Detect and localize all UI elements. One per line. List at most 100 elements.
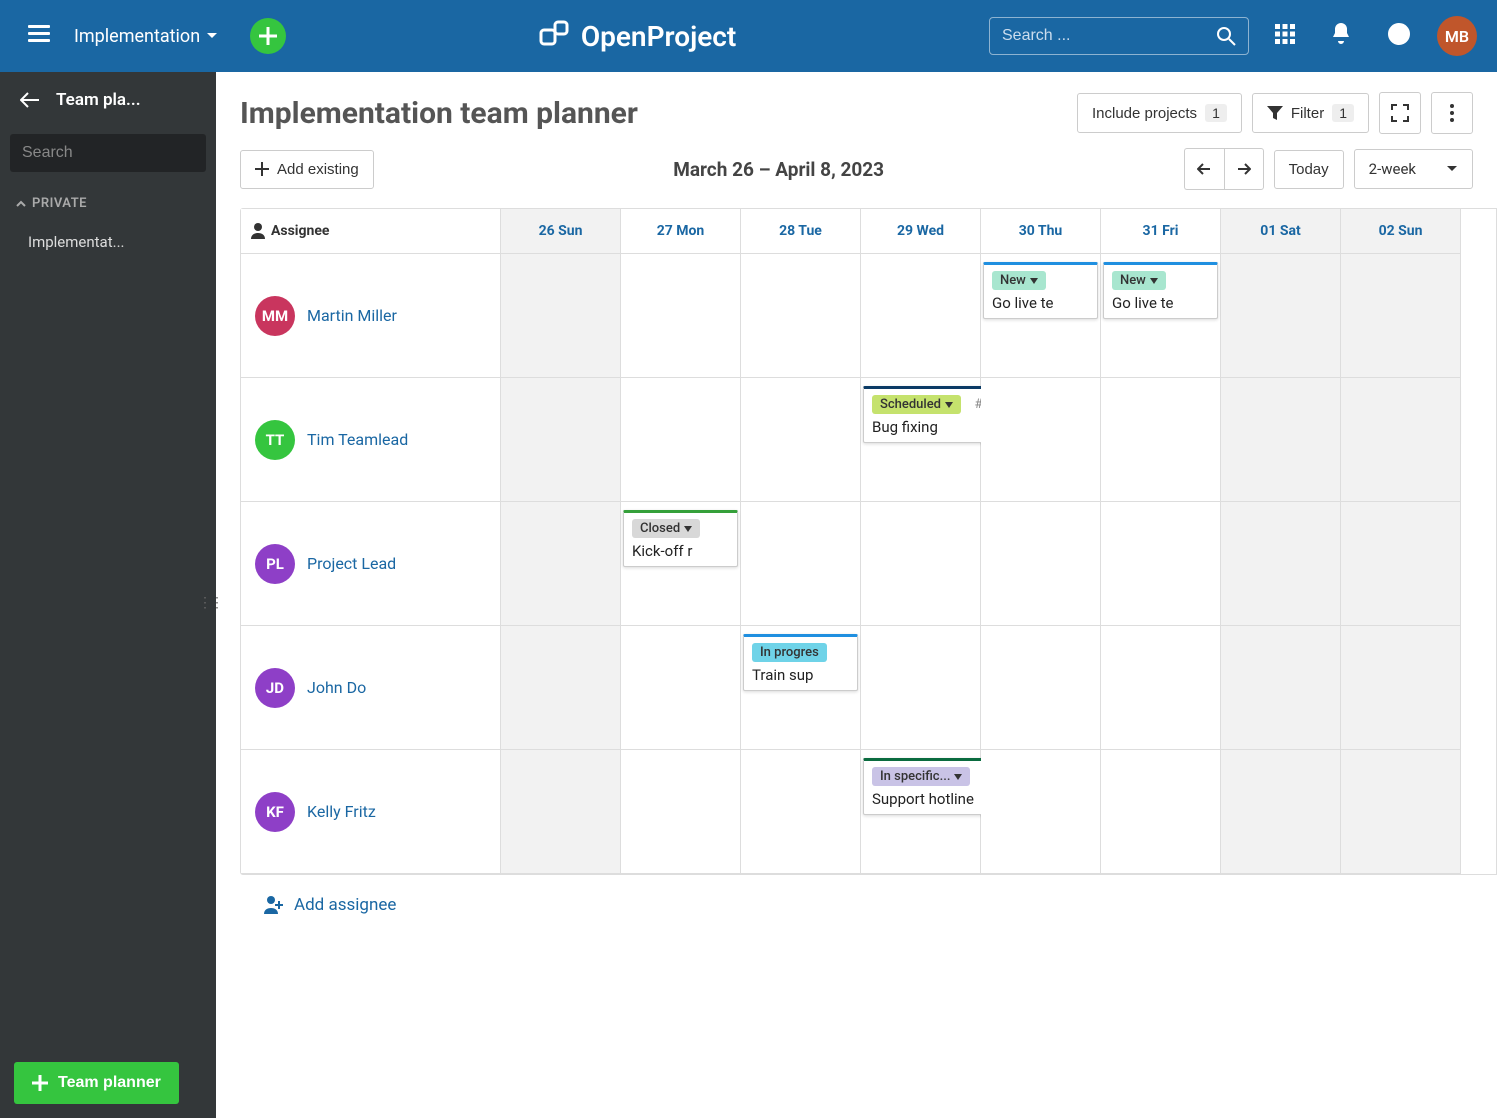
prev-button[interactable]: [1184, 148, 1224, 190]
grid-cell[interactable]: [861, 254, 981, 378]
status-pill[interactable]: Closed: [632, 519, 700, 538]
grid-cell[interactable]: New Go live te: [1101, 254, 1221, 378]
work-package-card[interactable]: In progres Train sup: [743, 634, 858, 691]
add-person-icon: [264, 896, 284, 914]
filter-icon: [1267, 106, 1283, 120]
grid-cell[interactable]: [981, 750, 1101, 874]
sidebar-search-input[interactable]: [22, 144, 229, 162]
add-button[interactable]: [250, 18, 286, 54]
view-selector[interactable]: 2-week: [1354, 149, 1473, 189]
assignee-cell: KF Kelly Fritz: [241, 750, 501, 874]
grid-cell[interactable]: [981, 378, 1101, 502]
grid-cell[interactable]: [1221, 502, 1341, 626]
search-input[interactable]: [1002, 27, 1216, 45]
avatar: KF: [255, 792, 295, 832]
grid-cell[interactable]: [1221, 254, 1341, 378]
back-icon[interactable]: [20, 92, 40, 108]
sidebar-search[interactable]: [10, 134, 206, 172]
assignee-name[interactable]: John Do: [307, 678, 366, 697]
team-planner-button[interactable]: Team planner: [14, 1062, 179, 1104]
col-day: 28 Tue: [741, 209, 861, 254]
grid-cell[interactable]: [1101, 378, 1221, 502]
avatar: MM: [255, 296, 295, 336]
more-button[interactable]: [1431, 92, 1473, 134]
grid-cell[interactable]: [501, 254, 621, 378]
grid-cell[interactable]: [1221, 378, 1341, 502]
include-projects-button[interactable]: Include projects 1: [1077, 93, 1242, 133]
next-button[interactable]: [1224, 148, 1264, 190]
grid-cell[interactable]: [1341, 626, 1461, 750]
assignee-name[interactable]: Martin Miller: [307, 306, 397, 325]
assignee-name[interactable]: Tim Teamlead: [307, 430, 408, 449]
grid-cell[interactable]: [501, 750, 621, 874]
sidebar-resize-handle[interactable]: ⋮⋮: [198, 595, 222, 611]
arrow-left-icon: [1197, 163, 1211, 175]
grid-cell[interactable]: [1101, 626, 1221, 750]
expand-icon: [1391, 104, 1409, 122]
status-pill[interactable]: New: [992, 271, 1046, 290]
grid-cell[interactable]: [1341, 502, 1461, 626]
help-icon[interactable]: [1377, 12, 1421, 60]
assignee-name[interactable]: Kelly Fritz: [307, 802, 376, 821]
sidebar-section-private[interactable]: PRIVATE: [0, 186, 216, 221]
grid-cell[interactable]: [741, 750, 861, 874]
col-day: 26 Sun: [501, 209, 621, 254]
grid-cell[interactable]: New Go live te: [981, 254, 1101, 378]
grid-cell[interactable]: [1221, 626, 1341, 750]
work-package-card[interactable]: New Go live te: [1103, 262, 1218, 319]
grid-cell[interactable]: [861, 502, 981, 626]
planner-grid: Assignee 26 Sun 27 Mon 28 Tue 29 Wed 30 …: [240, 208, 1497, 875]
status-pill[interactable]: In progres: [752, 643, 827, 662]
grid-cell[interactable]: [621, 750, 741, 874]
grid-cell[interactable]: [501, 502, 621, 626]
team-planner-label: Team planner: [58, 1074, 161, 1092]
grid-cell[interactable]: Closed Kick-off r: [621, 502, 741, 626]
grid-cell[interactable]: [741, 254, 861, 378]
grid-cell[interactable]: [621, 626, 741, 750]
status-pill[interactable]: In specific...: [872, 767, 970, 786]
caret-down-icon: [206, 32, 218, 40]
project-selector[interactable]: Implementation: [74, 26, 218, 47]
grid-cell[interactable]: [1101, 750, 1221, 874]
grid-cell[interactable]: [981, 626, 1101, 750]
grid-cell[interactable]: [621, 254, 741, 378]
work-package-card[interactable]: Closed Kick-off r: [623, 510, 738, 567]
grid-cell[interactable]: [501, 626, 621, 750]
section-label: PRIVATE: [32, 196, 87, 211]
grid-cell[interactable]: [1341, 750, 1461, 874]
card-title: Kick-off r: [632, 542, 729, 560]
add-existing-button[interactable]: Add existing: [240, 150, 374, 189]
date-range: March 26 – April 8, 2023: [384, 158, 1174, 181]
grid-cell[interactable]: [621, 378, 741, 502]
grid-cell[interactable]: [1221, 750, 1341, 874]
grid-cell[interactable]: [501, 378, 621, 502]
grid-cell[interactable]: Scheduled #420 - Implementation Bug fixi…: [861, 378, 981, 502]
apps-icon[interactable]: [1265, 14, 1305, 58]
col-day: 29 Wed: [861, 209, 981, 254]
grid-cell[interactable]: In progres Train sup: [741, 626, 861, 750]
grid-cell[interactable]: [1341, 378, 1461, 502]
today-button[interactable]: Today: [1274, 150, 1344, 189]
grid-cell[interactable]: [981, 502, 1101, 626]
filter-button[interactable]: Filter 1: [1252, 93, 1369, 133]
fullscreen-button[interactable]: [1379, 92, 1421, 134]
grid-cell[interactable]: [741, 502, 861, 626]
assignee-name[interactable]: Project Lead: [307, 554, 396, 573]
add-assignee-button[interactable]: Add assignee: [240, 875, 1497, 935]
sidebar-item-implementation[interactable]: Implementat...: [0, 221, 216, 263]
grid-cell[interactable]: In specific... #417 Support hotline: [861, 750, 981, 874]
bell-icon[interactable]: [1321, 13, 1361, 59]
brand: OpenProject: [302, 20, 973, 53]
main: Implementation team planner Include proj…: [216, 72, 1497, 1118]
global-search[interactable]: [989, 17, 1249, 55]
grid-cell[interactable]: [1341, 254, 1461, 378]
work-package-card[interactable]: New Go live te: [983, 262, 1098, 319]
status-pill[interactable]: Scheduled: [872, 395, 961, 414]
caret-down-icon: [1446, 165, 1458, 173]
grid-cell[interactable]: [741, 378, 861, 502]
status-pill[interactable]: New: [1112, 271, 1166, 290]
grid-cell[interactable]: [1101, 502, 1221, 626]
user-avatar[interactable]: MB: [1437, 16, 1477, 56]
grid-cell[interactable]: [861, 626, 981, 750]
menu-icon[interactable]: [20, 17, 58, 55]
